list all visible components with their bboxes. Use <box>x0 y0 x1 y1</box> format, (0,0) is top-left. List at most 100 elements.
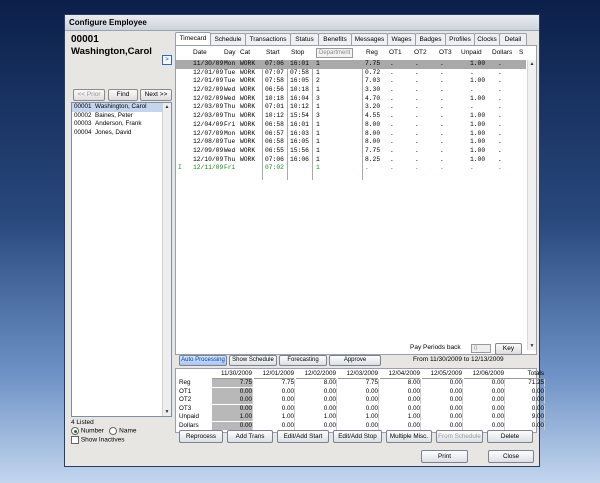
sort-by-name-radio[interactable] <box>109 427 118 435</box>
cell-date: 12/07/09 <box>193 129 224 137</box>
col-ot2[interactable]: OT2 <box>414 49 427 56</box>
edit-add-start-button[interactable]: Edit/Add Start <box>277 430 329 443</box>
reprocess-button[interactable]: Reprocess <box>179 430 223 443</box>
employee-list[interactable]: 00001 Washington, Carol 00002 Baines, Pe… <box>71 102 172 417</box>
table-row[interactable]: 12/10/09 Thu WORK 07:06 16:06 1 8.25... 1.00. <box>176 156 526 165</box>
scroll-down-icon[interactable]: ▼ <box>528 342 536 350</box>
tab-status[interactable]: Status <box>290 33 319 45</box>
col-ot1[interactable]: OT1 <box>389 49 402 56</box>
pay-period-range: From 11/30/2009 to 12/13/2009 <box>413 356 504 363</box>
cell-dollars: . <box>498 77 502 85</box>
cell-ot2: . <box>415 60 419 67</box>
table-row[interactable]: 12/03/09 Thu WORK 10:12 15:54 3 4.55... 1.00. <box>176 112 526 121</box>
auto-processing-button[interactable]: Auto Processing <box>179 355 227 366</box>
col-start[interactable]: Start <box>266 49 280 56</box>
next-button[interactable]: Next >> <box>140 89 172 101</box>
print-button[interactable]: Print <box>421 450 468 463</box>
listed-count: 4 Listed <box>71 419 94 426</box>
timecard-scrollbar[interactable]: ▲ ▼ <box>527 60 536 350</box>
totals-cell: 0.00 <box>422 387 463 396</box>
show-schedule-button[interactable]: Show Schedule <box>229 355 277 366</box>
list-item[interactable]: 00003 Anderson, Frank <box>72 120 171 129</box>
cell-date: 11/30/09 <box>193 60 224 67</box>
totals-cell: 0.00 <box>380 422 421 430</box>
cell-ot1: . <box>390 146 394 154</box>
totals-header: 12/01/2009 <box>254 370 294 379</box>
prior-button[interactable]: << Prior <box>73 89 105 101</box>
expand-icon[interactable]: > <box>162 55 172 65</box>
col-stop[interactable]: Stop <box>291 49 304 56</box>
tab-timecard[interactable]: Timecard <box>175 32 211 46</box>
table-row[interactable]: 12/02/09 Wed WORK 06:56 10:18 1 3.30..... <box>176 86 526 95</box>
table-row[interactable]: 12/09/09 Wed WORK 06:55 15:56 1 7.75... 1.00. <box>176 147 526 156</box>
col-day[interactable]: Day <box>224 49 236 56</box>
cell-day: Tue <box>224 77 236 85</box>
edit-add-stop-button[interactable]: Edit/Add Stop <box>333 430 382 443</box>
totals-cell: 0.00 <box>212 422 253 430</box>
from-schedule-button[interactable]: From Schedule <box>436 430 483 443</box>
col-date[interactable]: Date <box>193 49 207 56</box>
key-button[interactable]: Key <box>495 343 522 355</box>
tab-benefits[interactable]: Benefits <box>318 33 352 45</box>
table-row[interactable]: 12/01/09 Tue WORK 07:58 16:05 2 7.03... 1.00. <box>176 77 526 86</box>
tab-clocks[interactable]: Clocks <box>474 33 500 45</box>
cell-ot2: . <box>415 103 419 111</box>
col-cat[interactable]: Cat <box>240 49 250 56</box>
employee-list-scrollbar[interactable]: ▲ ▼ <box>162 103 171 416</box>
col-dollars[interactable]: Dollars <box>492 49 512 56</box>
cell-stop: 15:54 <box>290 112 309 120</box>
table-row[interactable]: 12/02/09 Wed WORK 10:18 16:04 3 4.70... 1.00. <box>176 95 526 104</box>
department-column-button[interactable]: Department <box>316 48 354 58</box>
sort-by-number-radio[interactable] <box>71 427 79 435</box>
scroll-up-icon[interactable]: ▲ <box>528 60 536 68</box>
table-row[interactable]: 12/01/09 Tue WORK 07:07 07:58 1 0.72..... <box>176 69 526 78</box>
col-ot3[interactable]: OT3 <box>439 49 452 56</box>
cell-dollars: . <box>498 120 502 128</box>
close-button[interactable]: Close <box>488 450 534 463</box>
multiple-misc-button[interactable]: Multiple Misc. <box>386 430 432 443</box>
tab-schedule[interactable]: Schedule <box>210 33 246 45</box>
table-row[interactable]: 12/08/09 Tue WORK 06:58 16:05 1 8.00... 1.00. <box>176 138 526 147</box>
cell-stop: 16:01 <box>290 120 309 128</box>
totals-grid: 11/30/2009 12/01/2009 12/02/2009 12/03/2009… <box>175 368 545 433</box>
totals-cell: 0.00 <box>254 422 295 430</box>
list-item[interactable]: 00001 Washington, Carol <box>72 103 171 112</box>
delete-button[interactable]: Delete <box>487 430 533 443</box>
cell-ot3: . <box>440 68 444 76</box>
totals-row-label: Unpaid <box>179 413 199 421</box>
totals-row-label: OT1 <box>179 387 192 395</box>
forecasting-button[interactable]: Forecasting <box>279 355 327 366</box>
add-trans-button[interactable]: Add Trans <box>227 430 273 443</box>
tab-badges[interactable]: Badges <box>415 33 446 45</box>
tab-wages[interactable]: Wages <box>387 33 416 45</box>
find-button[interactable]: Find <box>108 89 138 101</box>
tab-profiles[interactable]: Profiles <box>445 33 475 45</box>
pay-periods-spinner[interactable]: 0 <box>471 344 491 353</box>
table-row[interactable]: 11/30/09 Mon WORK 07:06 16:01 1 7.75... 1.00. <box>176 60 526 69</box>
approve-button[interactable]: Approve <box>329 355 381 366</box>
totals-cell: 7.75 <box>254 379 295 387</box>
cell-unpaid: 1.00 <box>470 120 486 128</box>
cell-ot3: . <box>440 129 444 137</box>
cell-start: 07:06 <box>265 155 284 163</box>
table-row[interactable]: 12/03/09 Thu WORK 07:01 10:12 1 3.20..... <box>176 103 526 112</box>
scroll-up-icon[interactable]: ▲ <box>163 103 171 111</box>
timecard-grid[interactable]: Date Day Cat Start Stop Department Reg O… <box>175 45 537 355</box>
cell-ot1: . <box>390 129 394 137</box>
col-s[interactable]: S <box>519 49 523 56</box>
cell-reg: 7.75 <box>365 60 381 67</box>
table-row[interactable]: 12/07/09 Mon WORK 06:57 16:03 1 8.00... 1.00. <box>176 130 526 139</box>
table-row[interactable]: I 12/11/09 Fri 07:02 1...... <box>176 164 526 173</box>
list-item[interactable]: 00002 Baines, Peter <box>72 112 171 121</box>
table-row[interactable]: 12/04/09 Fri WORK 06:58 16:01 1 8.00... 1.00. <box>176 121 526 130</box>
show-inactives-checkbox[interactable] <box>71 436 79 444</box>
scroll-down-icon[interactable]: ▼ <box>163 408 171 416</box>
tab-detail[interactable]: Detail <box>499 33 527 45</box>
tab-messages[interactable]: Messages <box>351 33 388 45</box>
list-item[interactable]: 00004 Jones, David <box>72 129 171 138</box>
col-reg[interactable]: Reg <box>366 49 378 56</box>
tab-transactions[interactable]: Transactions <box>245 33 291 45</box>
col-unpaid[interactable]: Unpaid <box>461 49 482 56</box>
cell-cat: WORK <box>240 77 256 85</box>
cell-ot3: . <box>440 60 444 67</box>
